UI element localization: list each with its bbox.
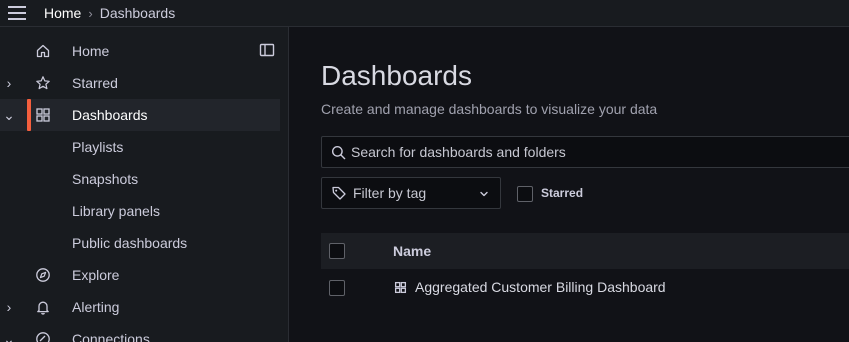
sidebar-item-playlists[interactable]: Playlists bbox=[0, 131, 280, 163]
tag-filter-label: Filter by tag bbox=[353, 185, 427, 201]
sidebar-item-alerting[interactable]: › Alerting bbox=[0, 291, 280, 323]
grid-icon bbox=[34, 99, 52, 131]
sidebar-item-label: Library panels bbox=[72, 203, 160, 219]
compass-icon bbox=[34, 259, 52, 291]
starred-checkbox[interactable] bbox=[517, 186, 533, 202]
sidebar-item-label: Dashboards bbox=[72, 107, 148, 123]
dashboard-link[interactable]: Aggregated Customer Billing Dashboard bbox=[415, 279, 666, 295]
tag-icon bbox=[332, 186, 346, 200]
connections-icon bbox=[34, 323, 52, 342]
sidebar-item-dashboards[interactable]: ⌄ Dashboards bbox=[0, 99, 280, 131]
active-indicator bbox=[27, 99, 31, 131]
chevron-right-icon[interactable]: › bbox=[3, 67, 15, 99]
page-title: Dashboards bbox=[321, 60, 472, 91]
sidebar-item-label: Alerting bbox=[72, 299, 120, 315]
menu-icon[interactable] bbox=[0, 0, 34, 27]
breadcrumb-separator: › bbox=[88, 5, 93, 21]
sidebar-item-home[interactable]: Home bbox=[0, 35, 280, 67]
sidebar: Home › Starred ⌄ Dashboards Playlists Sn… bbox=[0, 27, 289, 342]
chevron-right-icon[interactable]: › bbox=[3, 291, 15, 323]
select-all-checkbox[interactable] bbox=[329, 243, 345, 259]
sidebar-item-label: Public dashboards bbox=[72, 235, 188, 251]
sidebar-item-connections[interactable]: ⌄ Connections bbox=[0, 323, 280, 342]
breadcrumb-current: Dashboards bbox=[99, 5, 176, 21]
home-icon bbox=[34, 35, 52, 67]
search-input[interactable] bbox=[351, 144, 831, 160]
sidebar-item-label: Home bbox=[72, 43, 110, 59]
starred-label[interactable]: Starred bbox=[541, 186, 583, 200]
column-header-name[interactable]: Name bbox=[393, 243, 431, 259]
chevron-down-icon[interactable]: ⌄ bbox=[3, 323, 15, 342]
sidebar-item-starred[interactable]: › Starred bbox=[0, 67, 280, 99]
sidebar-item-library-panels[interactable]: Library panels bbox=[0, 195, 280, 227]
sidebar-item-label: Explore bbox=[72, 267, 120, 283]
main-content: Dashboards Create and manage dashboards … bbox=[290, 27, 849, 342]
page-subtitle: Create and manage dashboards to visualiz… bbox=[321, 101, 658, 117]
tag-filter-select[interactable]: Filter by tag bbox=[321, 177, 501, 209]
bell-icon bbox=[34, 291, 52, 323]
sidebar-item-label: Playlists bbox=[72, 139, 124, 155]
chevron-down-icon[interactable]: ⌄ bbox=[3, 99, 15, 131]
sidebar-item-label: Starred bbox=[72, 75, 118, 91]
star-icon bbox=[34, 67, 52, 99]
top-bar: Home › Dashboards bbox=[0, 0, 849, 27]
sidebar-item-label: Snapshots bbox=[72, 171, 139, 187]
row-checkbox[interactable] bbox=[329, 280, 345, 296]
chevron-down-icon bbox=[480, 191, 488, 197]
breadcrumb-home[interactable]: Home bbox=[44, 5, 81, 21]
table-header: Name bbox=[321, 233, 849, 269]
sidebar-item-snapshots[interactable]: Snapshots bbox=[0, 163, 280, 195]
search-box[interactable] bbox=[321, 136, 849, 168]
sidebar-item-label: Connections bbox=[72, 331, 150, 342]
dashboard-grid-icon bbox=[394, 281, 407, 294]
sidebar-item-public-dashboards[interactable]: Public dashboards bbox=[0, 227, 280, 259]
breadcrumb: Home › Dashboards bbox=[44, 5, 175, 21]
sidebar-item-explore[interactable]: Explore bbox=[0, 259, 280, 291]
search-icon bbox=[331, 145, 346, 159]
table-row[interactable]: Aggregated Customer Billing Dashboard bbox=[321, 269, 849, 305]
